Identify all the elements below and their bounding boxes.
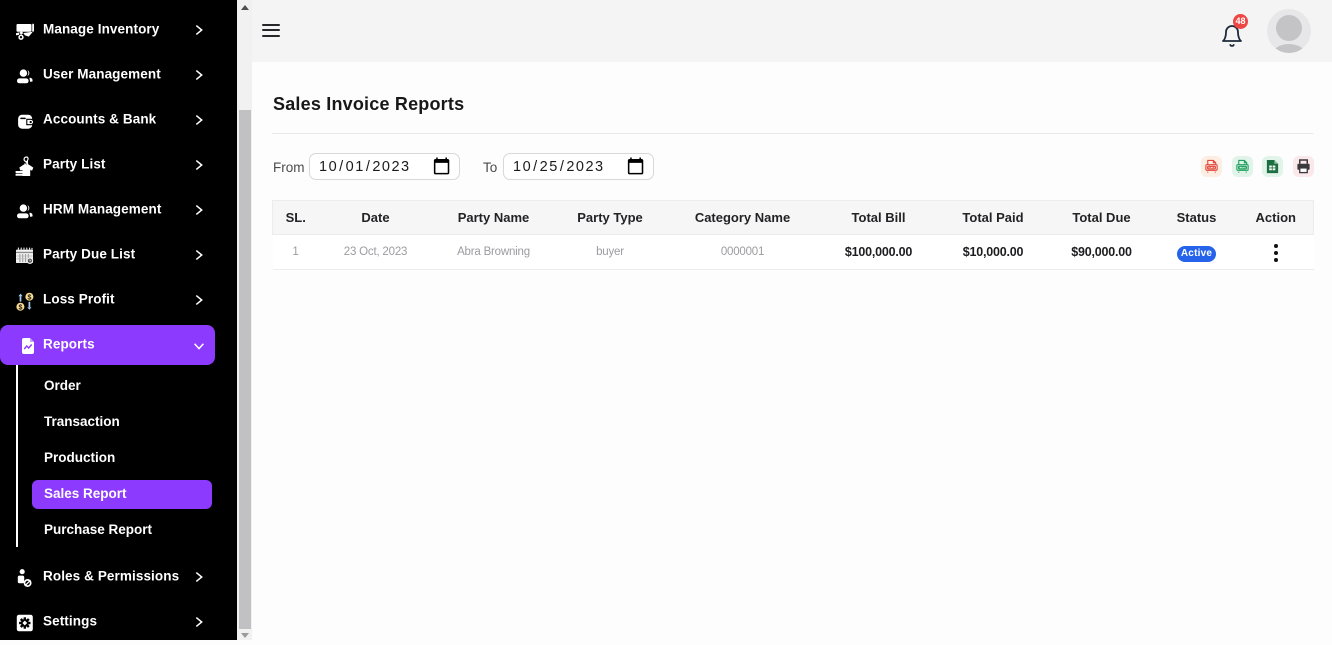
svg-text:$: $ bbox=[27, 294, 31, 301]
svg-text:PDF: PDF bbox=[1208, 166, 1214, 170]
svg-text:CSV: CSV bbox=[1239, 166, 1246, 170]
svg-text:$: $ bbox=[18, 304, 22, 311]
